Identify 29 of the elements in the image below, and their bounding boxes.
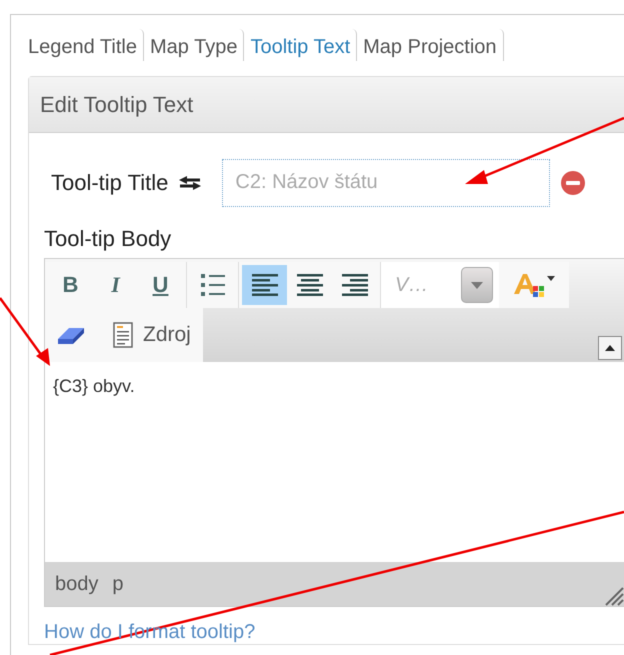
document-icon	[113, 322, 133, 348]
tab[interactable]: Map Projection	[363, 29, 504, 61]
tab[interactable]: Tooltip Text	[250, 29, 358, 61]
align-left-button[interactable]	[242, 265, 287, 305]
source-button[interactable]: Zdroj	[97, 308, 203, 362]
field-label: Tool-tip Body	[44, 226, 172, 252]
align-right-icon	[342, 274, 368, 296]
align-left-icon	[252, 274, 278, 296]
element-path-item[interactable]: p	[112, 572, 124, 596]
dropdown-caret-icon	[471, 282, 483, 288]
title-input-field[interactable]: C2: Názov štátu	[222, 158, 550, 206]
underline-button[interactable]: U	[138, 265, 183, 305]
caret-up-icon	[605, 345, 615, 351]
collapse-toolbar-button[interactable]	[598, 336, 622, 360]
annotation-arrow	[0, 297, 50, 366]
tab[interactable]: Map Type	[150, 29, 244, 61]
field-label: Tool-tip Title	[51, 170, 168, 196]
eraser-icon	[57, 325, 85, 345]
tab[interactable]: Legend Title	[28, 29, 144, 61]
remove-icon[interactable]	[560, 170, 586, 196]
italic-button[interactable]: I	[93, 265, 138, 305]
swap-arrows-icon[interactable]	[178, 174, 202, 190]
text-color-icon	[513, 272, 555, 298]
element-path-item[interactable]: body	[55, 572, 98, 596]
align-center-icon	[296, 274, 322, 296]
bold-button[interactable]: B	[48, 265, 93, 305]
bullet-list-icon	[200, 273, 226, 297]
text-color-button[interactable]	[499, 262, 569, 308]
panel-header: Edit Tooltip Text	[29, 77, 624, 133]
